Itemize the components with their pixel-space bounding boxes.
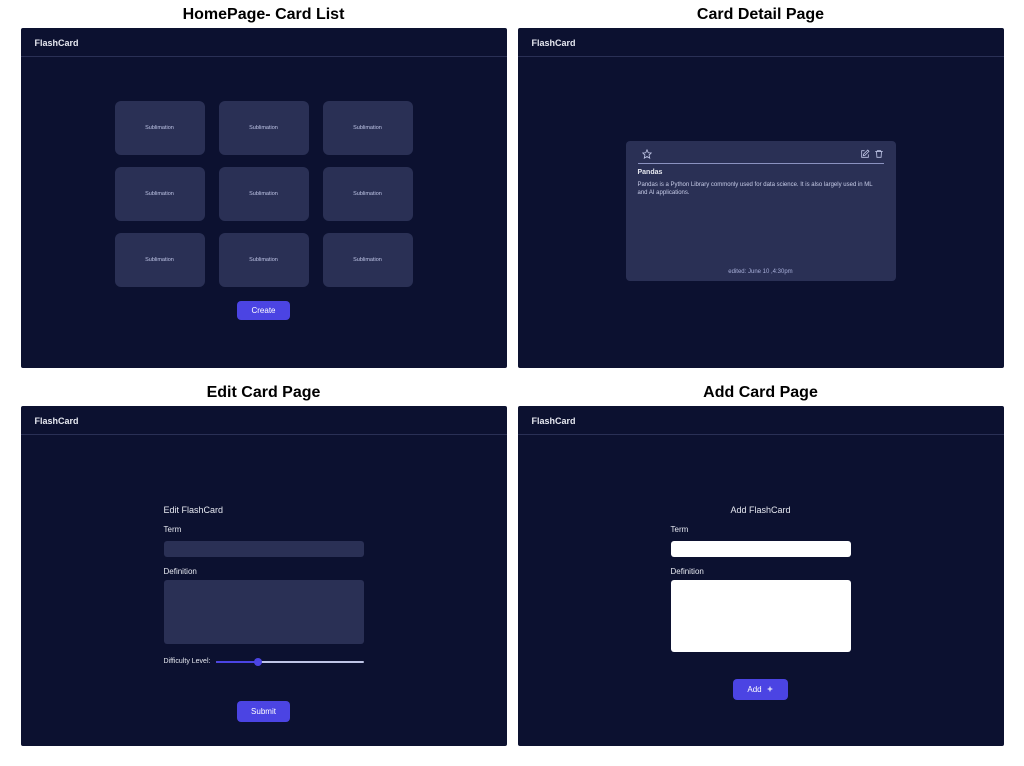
term-label: Term — [164, 525, 364, 534]
homepage-title: HomePage- Card List — [183, 6, 345, 24]
card-definition: Pandas is a Python Library commonly used… — [638, 181, 884, 269]
add-screen: FlashCard Add FlashCard Term Definition … — [518, 406, 1004, 746]
flashcard-item[interactable]: Sublimation — [219, 101, 309, 155]
add-heading: Add FlashCard — [671, 505, 851, 515]
edit-screen: FlashCard Edit FlashCard Term Definition… — [21, 406, 507, 746]
edit-form: Edit FlashCard Term Definition Difficult… — [164, 505, 364, 722]
term-input[interactable] — [164, 541, 364, 557]
detail-card: Pandas Pandas is a Python Library common… — [626, 141, 896, 281]
wireframe-grid: HomePage- Card List FlashCard Sublimatio… — [0, 0, 1024, 766]
card-grid: Sublimation Sublimation Sublimation Subl… — [21, 57, 507, 287]
flashcard-item[interactable]: Sublimation — [115, 233, 205, 287]
app-title: FlashCard — [21, 28, 507, 57]
flashcard-item[interactable]: Sublimation — [219, 233, 309, 287]
add-body: Add FlashCard Term Definition Add — [518, 435, 1004, 746]
detail-body: Pandas Pandas is a Python Library common… — [518, 57, 1004, 368]
definition-label: Definition — [671, 567, 851, 576]
edit-heading: Edit FlashCard — [164, 505, 364, 515]
slider-thumb[interactable] — [254, 658, 262, 666]
definition-textarea[interactable] — [671, 580, 851, 652]
detail-title: Card Detail Page — [697, 6, 824, 24]
add-row: Add — [671, 679, 851, 700]
homepage-cell: HomePage- Card List FlashCard Sublimatio… — [20, 0, 507, 368]
definition-label: Definition — [164, 567, 364, 576]
add-title: Add Card Page — [703, 384, 818, 402]
app-title: FlashCard — [21, 406, 507, 435]
flashcard-item[interactable]: Sublimation — [323, 167, 413, 221]
card-term: Pandas — [638, 169, 884, 176]
detail-cell: Card Detail Page FlashCard — [517, 0, 1004, 368]
edit-body: Edit FlashCard Term Definition Difficult… — [21, 435, 507, 746]
term-input[interactable] — [671, 541, 851, 557]
star-icon[interactable] — [642, 149, 652, 159]
card-edited-label: edited: June 10 ,4:30pm — [638, 269, 884, 275]
edit-cell: Edit Card Page FlashCard Edit FlashCard … — [20, 378, 507, 746]
difficulty-label: Difficulty Level: — [164, 658, 211, 665]
homepage-body: Sublimation Sublimation Sublimation Subl… — [21, 57, 507, 368]
create-button[interactable]: Create — [237, 301, 289, 320]
edit-title: Edit Card Page — [207, 384, 321, 402]
app-title: FlashCard — [518, 28, 1004, 57]
submit-button[interactable]: Submit — [237, 701, 290, 722]
edit-icon[interactable] — [860, 149, 870, 159]
flashcard-item[interactable]: Sublimation — [323, 101, 413, 155]
detail-toolbar — [638, 149, 884, 164]
definition-textarea[interactable] — [164, 580, 364, 644]
flashcard-item[interactable]: Sublimation — [115, 167, 205, 221]
submit-row: Submit — [164, 701, 364, 722]
flashcard-item[interactable]: Sublimation — [219, 167, 309, 221]
slider-fill — [216, 661, 257, 663]
add-cell: Add Card Page FlashCard Add FlashCard Te… — [517, 378, 1004, 746]
plus-icon — [766, 685, 774, 693]
difficulty-slider[interactable] — [216, 657, 363, 667]
detail-screen: FlashCard Pandas — [518, 28, 1004, 368]
add-form: Add FlashCard Term Definition Add — [671, 505, 851, 700]
add-button[interactable]: Add — [733, 679, 787, 700]
app-title: FlashCard — [518, 406, 1004, 435]
trash-icon[interactable] — [874, 149, 884, 159]
flashcard-item[interactable]: Sublimation — [323, 233, 413, 287]
flashcard-item[interactable]: Sublimation — [115, 101, 205, 155]
add-button-label: Add — [747, 685, 761, 694]
difficulty-row: Difficulty Level: — [164, 657, 364, 667]
homepage-screen: FlashCard Sublimation Sublimation Sublim… — [21, 28, 507, 368]
term-label: Term — [671, 525, 851, 534]
